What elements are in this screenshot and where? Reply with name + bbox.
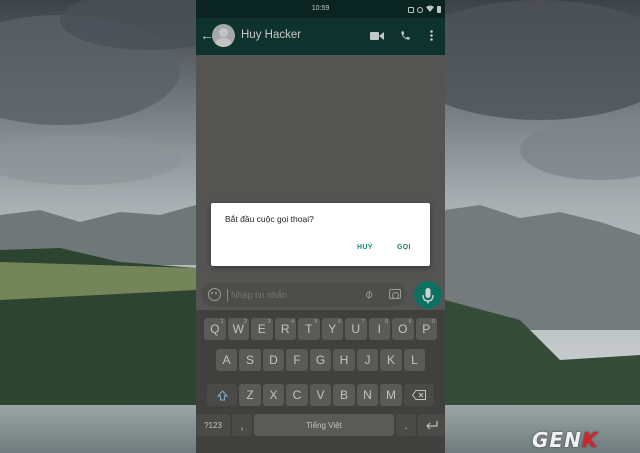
dialog-message: Bắt đầu cuộc gọi thoại? xyxy=(225,214,314,224)
cancel-button[interactable]: HUỶ xyxy=(357,244,373,251)
call-button[interactable]: GỌI xyxy=(397,244,411,251)
logo-text-accent: K xyxy=(581,428,599,452)
genk-logo: GENK xyxy=(532,428,598,452)
logo-text: GEN xyxy=(532,428,582,452)
voice-call-dialog: Bắt đầu cuộc gọi thoại? HUỶ GỌI xyxy=(211,203,430,266)
